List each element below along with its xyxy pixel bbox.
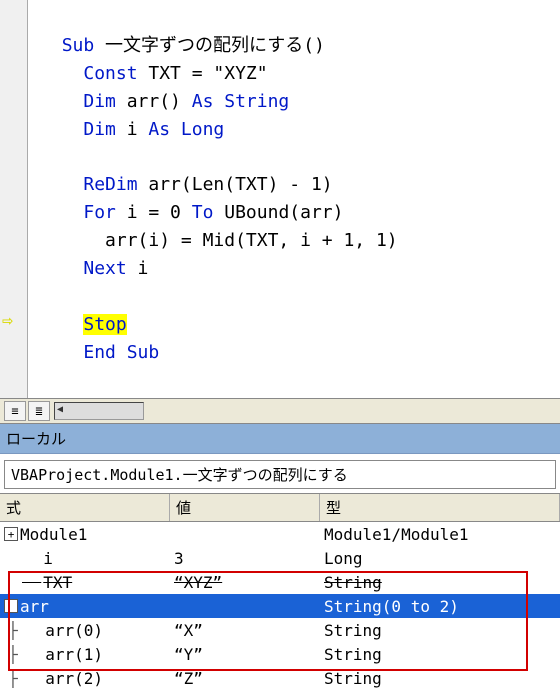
locals-row[interactable]: ├ arr(0)“X”String — [0, 618, 560, 642]
locals-expression-cell: ├ arr(0) — [0, 621, 170, 640]
for-end: UBound(arr) — [213, 202, 343, 223]
redim-body: arr(Len(TXT) - 1) — [138, 174, 333, 195]
header-type[interactable]: 型 — [320, 494, 560, 521]
keyword-as-string: As String — [192, 91, 290, 112]
code-line: For i = 0 To UBound(arr) — [40, 202, 343, 223]
keyword-next: Next — [83, 258, 126, 279]
locals-header-row: 式 値 型 — [0, 494, 560, 522]
code-lines: Sub 一文字ずつの配列にする() Const TXT = "XYZ" Dim … — [40, 4, 560, 394]
var-name: arr(0) — [45, 621, 103, 640]
locals-expression-cell: +Module1 — [0, 525, 170, 544]
var-name: arr(1) — [45, 645, 103, 664]
keyword-for: For — [83, 202, 116, 223]
locals-expression-cell: i — [0, 549, 170, 568]
code-gutter — [0, 0, 28, 398]
tree-branch-icon: ├ — [4, 669, 22, 688]
tree-branch-icon: ├ — [4, 645, 22, 664]
tree-branch-icon: ├ — [4, 621, 22, 640]
keyword-const: Const — [83, 63, 137, 84]
keyword-to: To — [192, 202, 214, 223]
locals-expression-cell: −arr — [0, 597, 170, 616]
execution-pointer-icon: ⇨ — [2, 307, 13, 335]
var-name: arr — [20, 597, 49, 616]
code-line: arr(i) = Mid(TXT, i + 1, 1) — [40, 230, 398, 251]
code-line — [40, 146, 51, 167]
keyword-dim: Dim — [83, 91, 116, 112]
code-line: Next i — [40, 258, 148, 279]
code-line: Dim arr() As String — [40, 91, 289, 112]
keyword-redim: ReDim — [83, 174, 137, 195]
header-expression[interactable]: 式 — [0, 494, 170, 521]
var-name: arr(2) — [45, 669, 103, 688]
locals-row[interactable]: i 3Long — [0, 546, 560, 570]
locals-value-cell: “X” — [170, 621, 320, 640]
loop-body: arr(i) = Mid(TXT, i + 1, 1) — [83, 230, 397, 251]
keyword-dim: Dim — [83, 119, 116, 140]
code-line: Dim i As Long — [40, 119, 224, 140]
header-value[interactable]: 値 — [170, 494, 320, 521]
locals-expression-cell: ├ arr(2) — [0, 669, 170, 688]
locals-type-cell: Long — [320, 549, 560, 568]
keyword-as-long: As Long — [148, 119, 224, 140]
var-name: i — [43, 549, 53, 568]
sub-name: 一文字ずつの配列にする() — [94, 35, 325, 56]
locals-type-cell: Module1/Module1 — [320, 525, 560, 544]
locals-type-cell: String — [320, 669, 560, 688]
view-toolbar: ≡ ≣ — [0, 398, 560, 424]
code-line: Const TXT = "XYZ" — [40, 63, 268, 84]
locals-type-cell: String — [320, 573, 560, 592]
locals-value-cell: “Y” — [170, 645, 320, 664]
code-line: Sub 一文字ずつの配列にする() — [40, 35, 325, 56]
locals-panel-title: ローカル — [0, 424, 560, 454]
view-button-1[interactable]: ≡ — [4, 401, 26, 421]
code-editor[interactable]: ⇨ Sub 一文字ずつの配列にする() Const TXT = "XYZ" Di… — [0, 0, 560, 398]
collapse-icon[interactable]: − — [4, 599, 18, 613]
locals-type-cell: String(0 to 2) — [320, 597, 560, 616]
view-button-2[interactable]: ≣ — [28, 401, 50, 421]
locals-value-cell: “Z” — [170, 669, 320, 688]
for-mid: i = 0 — [116, 202, 192, 223]
locals-type-cell: String — [320, 621, 560, 640]
code-line — [40, 286, 51, 307]
next-var: i — [127, 258, 149, 279]
locals-row[interactable]: +Module1 Module1/Module1 — [0, 522, 560, 546]
locals-expression-cell: TXT — [0, 573, 170, 592]
locals-row[interactable]: ├ arr(1)“Y”String — [0, 642, 560, 666]
horizontal-scrollbar[interactable] — [54, 402, 144, 420]
locals-row[interactable]: −arr String(0 to 2) — [0, 594, 560, 618]
keyword-sub: Sub — [62, 35, 95, 56]
locals-value-cell: 3 — [170, 549, 320, 568]
locals-row[interactable]: TXT “XYZ”String — [0, 570, 560, 594]
locals-context: VBAProject.Module1.一文字ずつの配列にする — [4, 460, 556, 489]
locals-grid: 式 値 型 +Module1 Module1/Module1 i 3Long TXT… — [0, 493, 560, 690]
dim-name: arr() — [116, 91, 192, 112]
locals-type-cell: String — [320, 645, 560, 664]
code-line: Stop — [40, 314, 127, 335]
locals-expression-cell: ├ arr(1) — [0, 645, 170, 664]
dim-name: i — [116, 119, 149, 140]
locals-body: +Module1Module1/Module1 i3Long TXT“XYZ”S… — [0, 522, 560, 690]
keyword-end-sub: End Sub — [83, 342, 159, 363]
expand-icon[interactable]: + — [4, 527, 18, 541]
locals-value-cell: “XYZ” — [170, 573, 320, 592]
var-name: Module1 — [20, 525, 87, 544]
code-line: ReDim arr(Len(TXT) - 1) — [40, 174, 333, 195]
keyword-stop: Stop — [83, 314, 126, 335]
locals-row[interactable]: ├ arr(2)“Z”String — [0, 666, 560, 690]
code-line: End Sub — [40, 342, 159, 363]
const-body: TXT = "XYZ" — [138, 63, 268, 84]
var-name: TXT — [43, 573, 72, 592]
